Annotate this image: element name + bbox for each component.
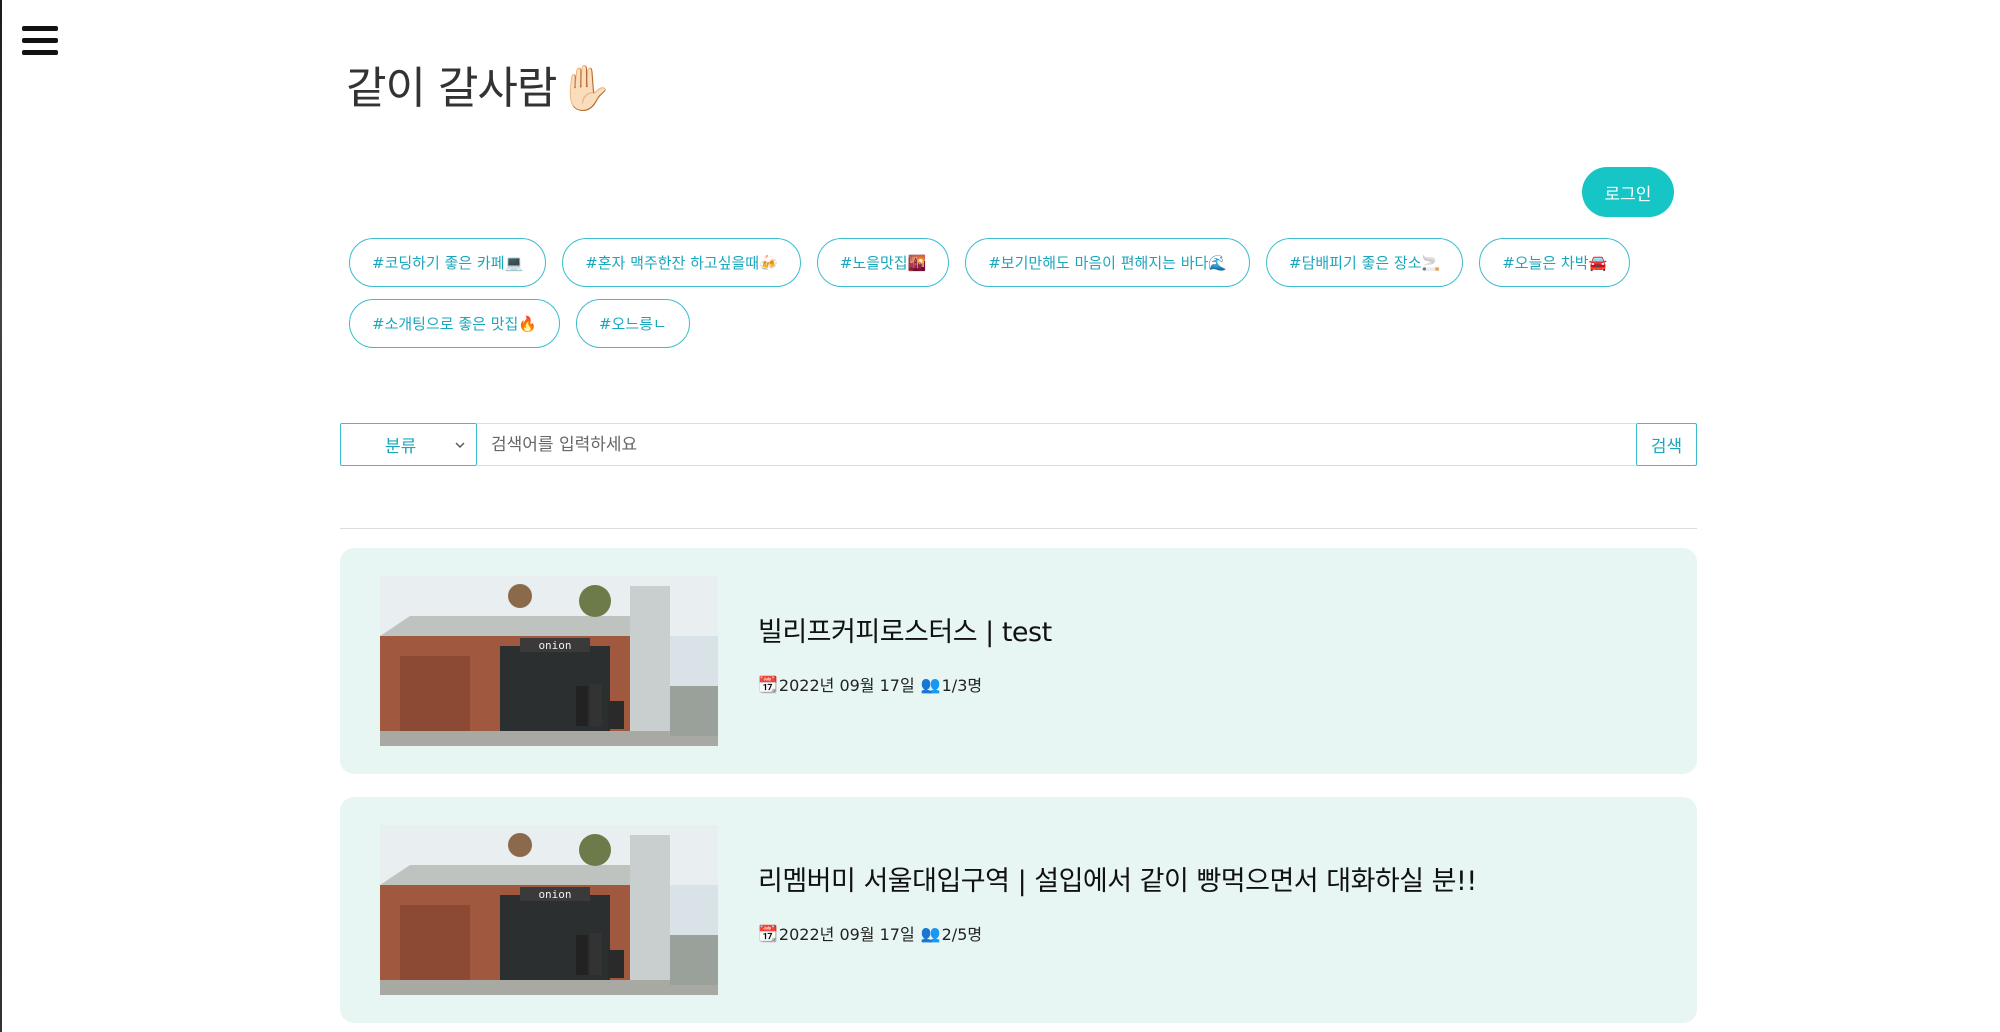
post-thumbnail: onion [380, 825, 718, 995]
search-bar: 분류 검색 [340, 423, 1697, 466]
post-meta: 📆 2022년 09월 17일 👥 1/3명 [758, 672, 982, 696]
category-select-label: 분류 [385, 437, 417, 457]
cafe-storefront-image: onion [380, 576, 718, 746]
cafe-sign-text: onion [538, 639, 571, 652]
search-button[interactable]: 검색 [1636, 423, 1697, 466]
category-select[interactable]: 분류 [340, 423, 477, 466]
people-icon: 👥 [920, 923, 941, 943]
hashtag-chip[interactable]: #오느릉ㄴ [575, 299, 690, 348]
hashtag-chip[interactable]: #오늘은 차박🚘 [1479, 238, 1631, 287]
window-edge [0, 0, 2, 1032]
post-card[interactable]: onion 리멤버미 서울대입구역 | 설입에서 같이 빵먹으면서 대화하실 분… [340, 797, 1697, 1023]
hashtag-chip[interactable]: #보기만해도 마음이 편해지는 바다🌊 [965, 238, 1250, 287]
hashtag-chip[interactable]: #코딩하기 좋은 카페💻 [349, 238, 547, 287]
calendar-icon: 📆 [758, 923, 778, 943]
hamburger-icon[interactable] [22, 24, 60, 58]
post-title: 빌리프커피로스터스 | test [758, 617, 1052, 648]
hand-icon: ✋🏻 [558, 63, 613, 114]
post-card[interactable]: onion 빌리프커피로스터스 | test 📆 2022년 09월 17일 👥… [340, 548, 1697, 774]
post-participants: 1/3명 [941, 676, 983, 695]
page-title: 같이 갈사람✋🏻 [346, 52, 613, 116]
search-input[interactable] [477, 423, 1636, 466]
post-date: 2022년 09월 17일 [778, 925, 915, 944]
post-meta: 📆 2022년 09월 17일 👥 2/5명 [758, 921, 982, 945]
post-participants: 2/5명 [941, 925, 983, 944]
menu-bar-middle [22, 38, 58, 43]
hashtag-row-2: #소개팅으로 좋은 맛집🔥 #오느릉ㄴ [349, 299, 1719, 348]
cafe-storefront-image: onion [380, 825, 718, 995]
hashtag-list: #코딩하기 좋은 카페💻 #혼자 맥주한잔 하고싶을때🍻 #노을맛집🌇 #보기만… [349, 238, 1719, 360]
hashtag-chip[interactable]: #소개팅으로 좋은 맛집🔥 [349, 299, 560, 348]
post-date: 2022년 09월 17일 [778, 676, 915, 695]
post-thumbnail: onion [380, 576, 718, 746]
hashtag-row-1: #코딩하기 좋은 카페💻 #혼자 맥주한잔 하고싶을때🍻 #노을맛집🌇 #보기만… [349, 238, 1719, 287]
hashtag-chip[interactable]: #노을맛집🌇 [816, 238, 950, 287]
hashtag-chip[interactable]: #담배피기 좋은 장소🚬 [1266, 238, 1464, 287]
menu-bar-bottom [22, 50, 58, 55]
post-title: 리멤버미 서울대입구역 | 설입에서 같이 빵먹으면서 대화하실 분!! [758, 866, 1477, 897]
page-title-text: 같이 갈사람 [346, 63, 557, 114]
cafe-sign-text: onion [538, 888, 571, 901]
hashtag-chip[interactable]: #혼자 맥주한잔 하고싶을때🍻 [562, 238, 801, 287]
calendar-icon: 📆 [758, 674, 778, 694]
page: 같이 갈사람✋🏻 로그인 #코딩하기 좋은 카페💻 #혼자 맥주한잔 하고싶을때… [0, 0, 2000, 1032]
login-button[interactable]: 로그인 [1582, 167, 1674, 217]
menu-bar-top [22, 26, 58, 31]
people-icon: 👥 [920, 674, 941, 694]
divider [340, 528, 1697, 529]
chevron-down-icon [455, 442, 465, 448]
